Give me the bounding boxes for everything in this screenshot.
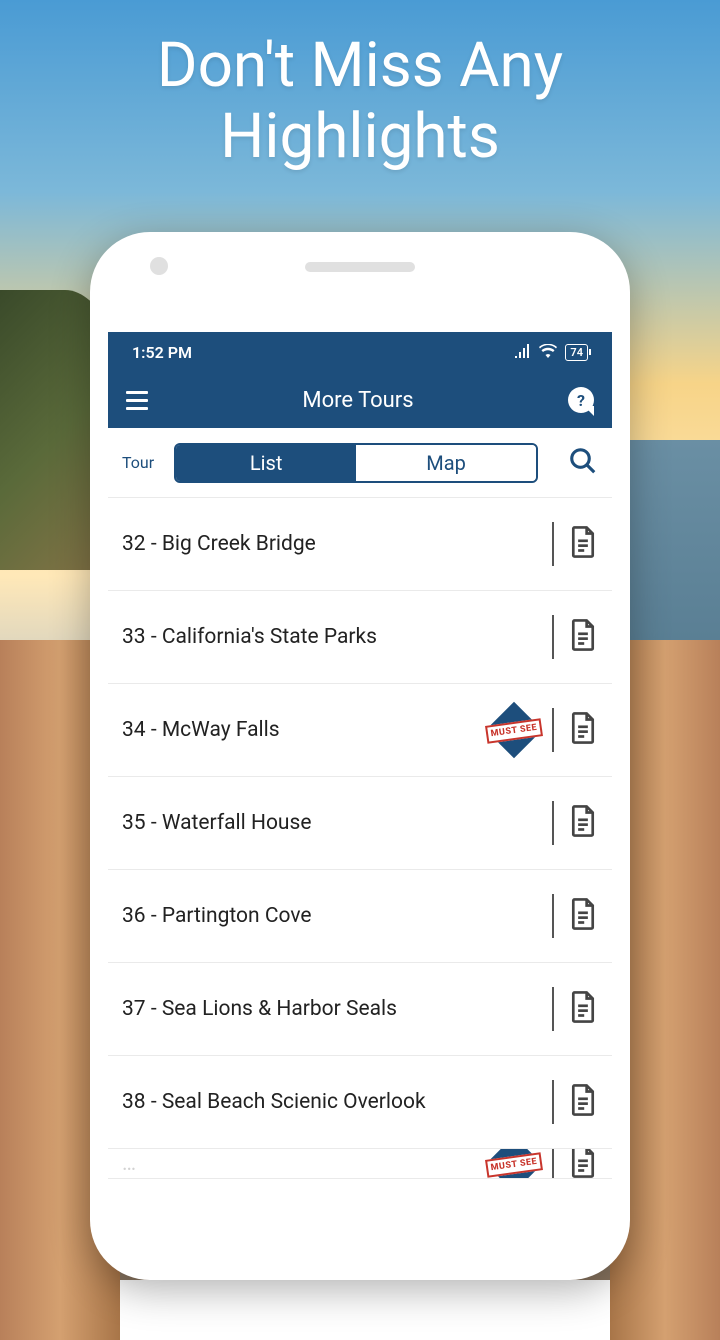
search-icon[interactable] [568,446,598,480]
battery-indicator: 74 [565,344,588,361]
signal-icon [515,343,531,362]
document-icon[interactable] [568,804,598,842]
wifi-icon [539,343,557,362]
status-time: 1:52 PM [132,343,192,362]
document-icon[interactable] [568,1083,598,1121]
document-icon[interactable] [568,897,598,935]
list-item[interactable]: 34 - McWay FallsMUST SEE [108,684,612,777]
app-bar-title: More Tours [302,388,413,413]
phone-screen: 1:52 PM 74 More Tours ? Tour List [108,332,612,1262]
status-bar: 1:52 PM 74 [108,332,612,372]
list-item-label: 34 - McWay Falls [122,718,484,742]
list-item[interactable]: 32 - Big Creek Bridge [108,498,612,591]
filter-bar: Tour List Map [108,428,612,498]
list-item[interactable]: 35 - Waterfall House [108,777,612,870]
document-icon[interactable] [568,525,598,563]
promo-headline: Don't Miss Any Highlights [0,0,720,173]
divider [552,801,554,845]
divider [552,615,554,659]
list-item[interactable]: 36 - Partington Cove [108,870,612,963]
list-item[interactable]: 38 - Seal Beach Scienic Overlook [108,1056,612,1149]
status-indicators: 74 [515,343,588,362]
menu-icon[interactable] [126,391,148,410]
list-item-label: 35 - Waterfall House [122,811,552,835]
list-item[interactable]: …MUST SEE [108,1149,612,1179]
list-item[interactable]: 37 - Sea Lions & Harbor Seals [108,963,612,1056]
document-icon[interactable] [568,711,598,749]
list-item-label: 37 - Sea Lions & Harbor Seals [122,997,552,1021]
tour-label[interactable]: Tour [122,453,154,472]
list-item-label: 32 - Big Creek Bridge [122,532,552,556]
must-see-badge: MUST SEE [484,1149,544,1179]
app-bar: More Tours ? [108,372,612,428]
document-icon[interactable] [568,1149,598,1179]
list-item-label: 33 - California's State Parks [122,625,552,649]
divider [552,894,554,938]
phone-frame: 1:52 PM 74 More Tours ? Tour List [90,232,630,1280]
document-icon[interactable] [568,618,598,656]
document-icon[interactable] [568,990,598,1028]
divider [552,708,554,752]
phone-camera [150,257,168,275]
divider [552,987,554,1031]
view-toggle: List Map [174,443,538,483]
phone-speaker [305,262,415,272]
list-item-label: 38 - Seal Beach Scienic Overlook [122,1090,552,1114]
tour-list[interactable]: 32 - Big Creek Bridge 33 - California's S… [108,498,612,1179]
list-item-label: 36 - Partington Cove [122,904,552,928]
list-item[interactable]: 33 - California's State Parks [108,591,612,684]
divider [552,1080,554,1124]
tab-list[interactable]: List [176,445,356,481]
tab-map[interactable]: Map [356,445,536,481]
help-icon[interactable]: ? [568,387,594,413]
divider [552,522,554,566]
must-see-badge: MUST SEE [484,704,544,756]
